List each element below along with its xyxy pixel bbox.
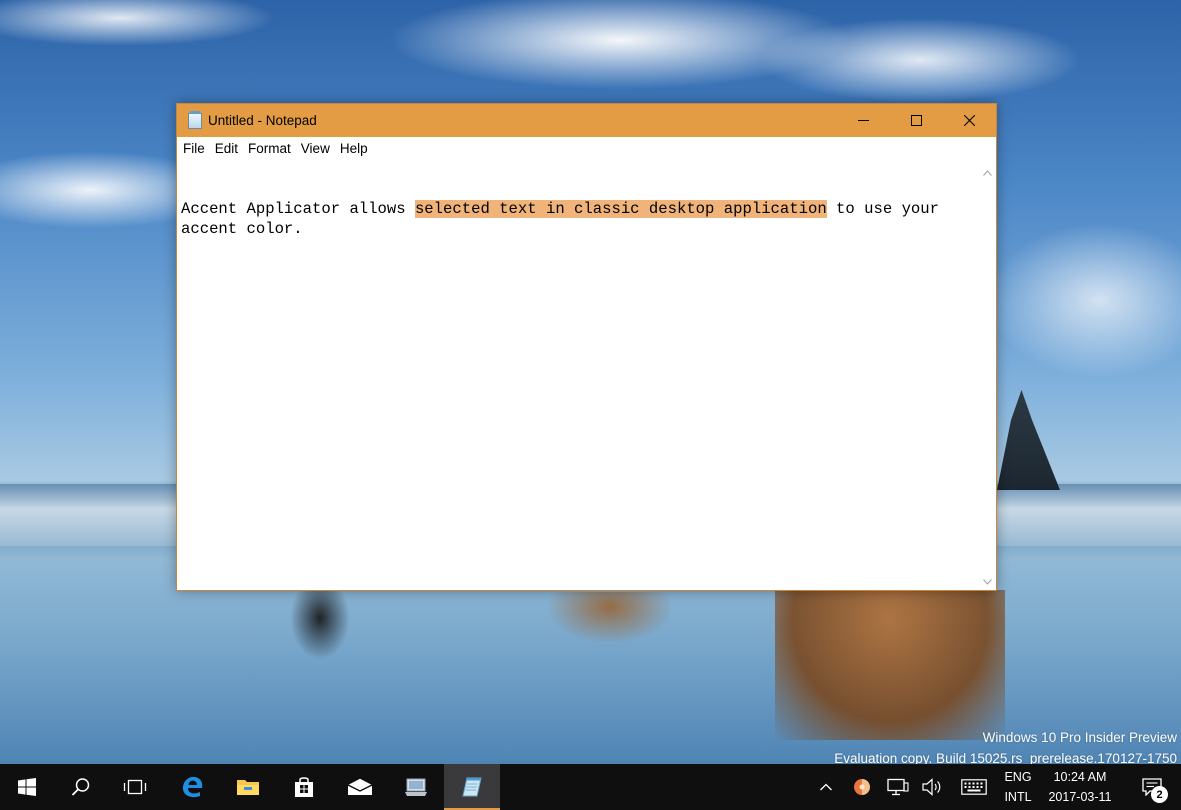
text-before-selection: Accent Applicator allows bbox=[181, 200, 415, 218]
search-icon bbox=[71, 778, 90, 796]
vertical-scrollbar[interactable] bbox=[978, 161, 996, 590]
accent-applicator-tray-button[interactable] bbox=[850, 764, 874, 810]
close-button[interactable] bbox=[943, 104, 996, 137]
volume-tray-button[interactable] bbox=[918, 764, 946, 810]
window-title: Untitled - Notepad bbox=[208, 113, 317, 128]
menu-help[interactable]: Help bbox=[335, 137, 373, 161]
chevron-up-icon bbox=[982, 169, 992, 176]
mail-taskbar-button[interactable] bbox=[332, 764, 388, 810]
text-editor[interactable]: Accent Applicator allows selected text i… bbox=[177, 161, 978, 590]
devices-icon bbox=[405, 778, 427, 796]
touch-keyboard-button[interactable] bbox=[956, 764, 992, 810]
minimize-icon bbox=[858, 120, 869, 121]
maximize-button[interactable] bbox=[890, 104, 943, 137]
store-icon bbox=[295, 777, 313, 797]
notepad-window[interactable]: Untitled - Notepad File Edit Format View… bbox=[176, 103, 997, 591]
file-explorer-taskbar-button[interactable] bbox=[220, 764, 276, 810]
language-code: ENG bbox=[1004, 770, 1032, 784]
scroll-up-button[interactable] bbox=[978, 164, 996, 181]
edge-taskbar-button[interactable] bbox=[164, 764, 220, 810]
chevron-up-icon bbox=[820, 783, 832, 791]
selected-text: selected text in classic desktop applica… bbox=[414, 200, 827, 218]
menu-edit[interactable]: Edit bbox=[210, 137, 243, 161]
keyboard-layout: INTL bbox=[1004, 790, 1032, 804]
devices-taskbar-button[interactable] bbox=[388, 764, 444, 810]
menu-view[interactable]: View bbox=[296, 137, 335, 161]
task-view-icon bbox=[123, 779, 147, 795]
clock-time: 10:24 AM bbox=[1053, 770, 1107, 784]
keyboard-icon bbox=[961, 779, 987, 795]
notepad-app-icon[interactable] bbox=[188, 111, 202, 129]
search-button[interactable] bbox=[54, 764, 108, 810]
action-center-button[interactable]: 2 bbox=[1128, 764, 1176, 810]
minimize-button[interactable] bbox=[837, 104, 890, 137]
mail-icon bbox=[347, 778, 373, 795]
show-hidden-icons-button[interactable] bbox=[814, 764, 838, 810]
close-icon bbox=[964, 115, 975, 126]
chevron-down-icon bbox=[982, 578, 992, 585]
clock[interactable]: 10:24 AM 2017-03-11 bbox=[1040, 764, 1120, 810]
color-palette-icon bbox=[854, 779, 870, 795]
desktop-wallpaper: Windows 10 Pro Insider Preview Evaluatio… bbox=[0, 0, 1181, 766]
title-bar[interactable]: Untitled - Notepad bbox=[177, 104, 996, 137]
rock-reflection bbox=[775, 590, 1005, 740]
menu-file[interactable]: File bbox=[178, 137, 210, 161]
notification-count-badge: 2 bbox=[1151, 786, 1168, 803]
start-icon bbox=[18, 778, 36, 796]
volume-icon bbox=[922, 778, 941, 796]
notepad-icon bbox=[462, 777, 482, 797]
start-button[interactable] bbox=[0, 764, 54, 810]
menu-format[interactable]: Format bbox=[243, 137, 296, 161]
menu-bar: File Edit Format View Help bbox=[177, 137, 996, 161]
notepad-taskbar-button[interactable] bbox=[444, 764, 500, 810]
clock-date: 2017-03-11 bbox=[1048, 790, 1112, 804]
scroll-down-button[interactable] bbox=[978, 573, 996, 590]
edge-icon bbox=[183, 776, 203, 798]
task-view-button[interactable] bbox=[108, 764, 162, 810]
document-text[interactable]: Accent Applicator allows selected text i… bbox=[181, 199, 972, 239]
network-icon bbox=[887, 778, 909, 796]
figure-reflection bbox=[290, 590, 350, 660]
store-taskbar-button[interactable] bbox=[276, 764, 332, 810]
maximize-icon bbox=[911, 115, 922, 126]
network-tray-button[interactable] bbox=[884, 764, 912, 810]
input-language-indicator[interactable]: ENG INTL bbox=[998, 764, 1038, 810]
sea-rock bbox=[997, 390, 1060, 490]
taskbar: ENG INTL 10:24 AM 2017-03-11 2 bbox=[0, 764, 1181, 810]
watermark-line1: Windows 10 Pro Insider Preview bbox=[982, 730, 1177, 745]
mid-reflection bbox=[550, 592, 670, 642]
file-explorer-icon bbox=[237, 780, 259, 795]
os-watermark: Windows 10 Pro Insider Preview Evaluatio… bbox=[834, 727, 1177, 769]
